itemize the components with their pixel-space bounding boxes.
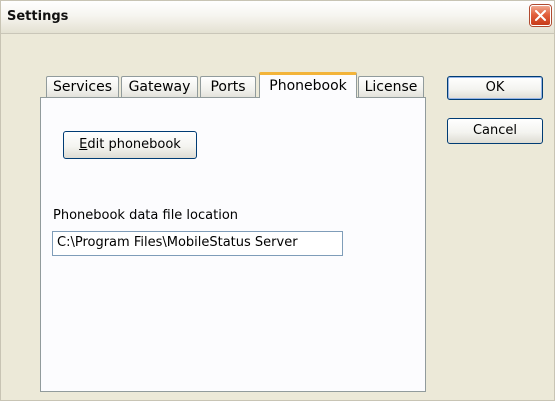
edit-phonebook-button[interactable]: Edit phonebook (63, 131, 197, 159)
ok-button[interactable]: OK (447, 76, 543, 100)
location-label: Phonebook data file location (53, 208, 239, 223)
tab-services[interactable]: Services (46, 76, 119, 97)
cancel-button[interactable]: Cancel (447, 118, 543, 144)
tab-license[interactable]: License (358, 76, 424, 97)
window-title: Settings (7, 9, 69, 24)
location-field[interactable]: C:\Program Files\MobileStatus Server (52, 231, 343, 256)
close-icon (535, 10, 546, 21)
tab-ports[interactable]: Ports (200, 76, 256, 97)
close-button[interactable] (530, 5, 551, 26)
edit-button-label: dit phonebook (87, 137, 181, 152)
settings-window: Settings Services Gateway Ports Phoneboo… (0, 0, 555, 401)
tab-phonebook[interactable]: Phonebook (259, 72, 357, 98)
title-bar[interactable]: Settings (1, 1, 554, 34)
tab-gateway[interactable]: Gateway (121, 76, 198, 97)
